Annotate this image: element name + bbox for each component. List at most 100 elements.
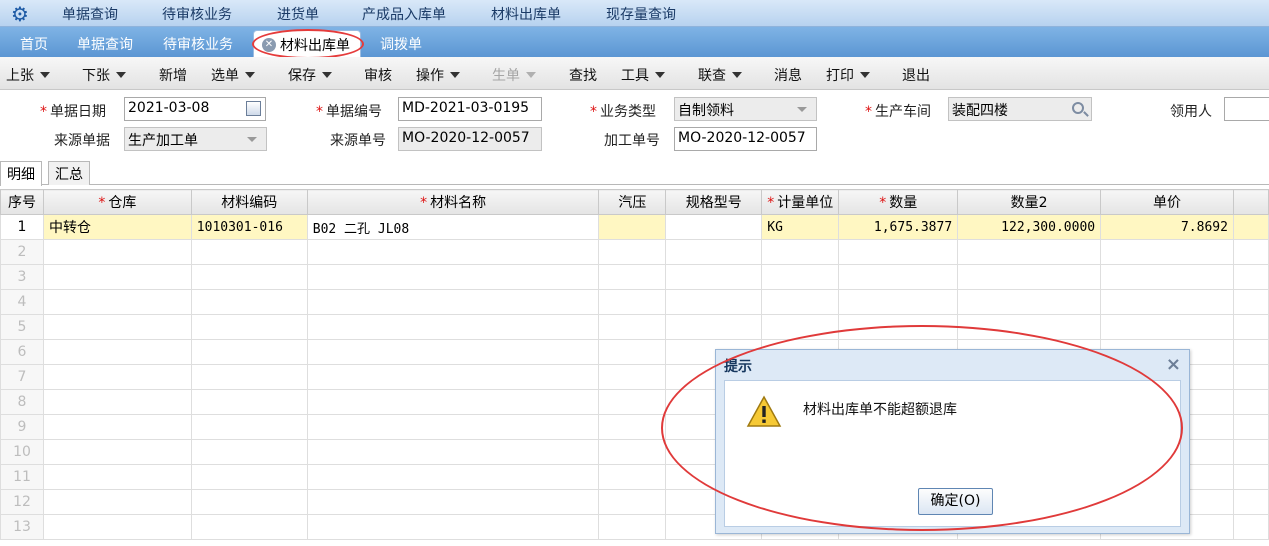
grid-cell[interactable] xyxy=(598,239,667,265)
grid-cell[interactable] xyxy=(42,414,192,440)
prev-button[interactable]: 上张 xyxy=(6,65,50,85)
grid-cell[interactable] xyxy=(761,289,840,315)
grid-cell[interactable] xyxy=(42,439,192,465)
cell-qty[interactable]: 1,675.3877 xyxy=(838,214,959,240)
col-header-unit[interactable]: * 计量单位 xyxy=(761,189,840,215)
nav-purchase[interactable]: 进货单 xyxy=(277,4,319,24)
grid-cell[interactable] xyxy=(838,264,959,290)
cell-name[interactable]: B02 二孔 JL08 xyxy=(306,214,600,240)
new-button[interactable]: 新增 xyxy=(159,65,187,85)
grid-cell[interactable] xyxy=(42,389,192,415)
next-button[interactable]: 下张 xyxy=(82,65,126,85)
nav-doc-query[interactable]: 单据查询 xyxy=(62,4,118,24)
biz-type-select[interactable]: 自制领料 xyxy=(674,97,817,121)
table-row[interactable]: 2 xyxy=(0,239,1269,265)
cell-warehouse[interactable]: 中转仓 xyxy=(42,214,192,240)
search-icon[interactable] xyxy=(1072,102,1084,114)
find-button[interactable]: 查找 xyxy=(569,65,597,85)
cell-pressure[interactable] xyxy=(598,214,667,240)
col-header-price[interactable]: 单价 xyxy=(1100,189,1234,215)
ok-button[interactable]: 确定(O) xyxy=(918,488,993,515)
grid-cell[interactable] xyxy=(598,414,667,440)
grid-cell[interactable] xyxy=(306,389,600,415)
grid-cell[interactable] xyxy=(190,389,308,415)
generate-doc-button[interactable]: 生单 xyxy=(492,65,536,85)
grid-cell[interactable] xyxy=(761,239,840,265)
grid-cell[interactable] xyxy=(42,239,192,265)
grid-cell[interactable] xyxy=(598,364,667,390)
grid-cell[interactable] xyxy=(42,514,192,540)
grid-cell[interactable] xyxy=(306,314,600,340)
grid-cell[interactable] xyxy=(957,314,1102,340)
col-header-name[interactable]: * 材料名称 xyxy=(306,189,600,215)
link-query-button[interactable]: 联查 xyxy=(698,65,742,85)
grid-cell[interactable] xyxy=(598,314,667,340)
grid-cell[interactable] xyxy=(306,489,600,515)
grid-cell[interactable] xyxy=(42,339,192,365)
col-header-no[interactable]: 序号 xyxy=(0,189,44,215)
grid-cell[interactable] xyxy=(1100,289,1234,315)
grid-cell[interactable] xyxy=(42,289,192,315)
grid-cell[interactable] xyxy=(306,439,600,465)
grid-cell[interactable] xyxy=(598,489,667,515)
workshop-field[interactable]: 装配四楼 xyxy=(948,97,1092,121)
table-row[interactable]: 1 中转仓 1010301-016 B02 二孔 JL08 KG 1,675.3… xyxy=(0,214,1269,240)
cell-unit[interactable]: KG xyxy=(761,214,840,240)
tab-home[interactable]: 首页 xyxy=(20,34,48,54)
select-doc-button[interactable]: 选单 xyxy=(211,65,255,85)
grid-cell[interactable] xyxy=(598,339,667,365)
grid-cell[interactable] xyxy=(306,414,600,440)
grid-cell[interactable] xyxy=(598,264,667,290)
calendar-icon[interactable] xyxy=(246,101,261,116)
nav-finished-goods-in[interactable]: 产成品入库单 xyxy=(362,4,446,24)
grid-cell[interactable] xyxy=(598,389,667,415)
grid-cell[interactable] xyxy=(761,264,840,290)
source-doc-select[interactable]: 生产加工单 xyxy=(124,127,267,151)
gear-icon[interactable]: ⚙ xyxy=(9,3,31,25)
grid-cell[interactable] xyxy=(598,289,667,315)
grid-cell[interactable] xyxy=(42,489,192,515)
grid-cell[interactable] xyxy=(838,289,959,315)
table-row[interactable]: 4 xyxy=(0,289,1269,315)
col-header-warehouse[interactable]: * 仓库 xyxy=(42,189,192,215)
grid-cell[interactable] xyxy=(190,314,308,340)
table-row[interactable]: 5 xyxy=(0,314,1269,340)
nav-stock-query[interactable]: 现存量查询 xyxy=(606,4,676,24)
grid-cell[interactable] xyxy=(838,239,959,265)
tab-summary[interactable]: 汇总 xyxy=(48,161,90,185)
grid-cell[interactable] xyxy=(190,289,308,315)
process-no-field[interactable]: MO-2020-12-0057 xyxy=(674,127,817,151)
grid-cell[interactable] xyxy=(42,264,192,290)
grid-cell[interactable] xyxy=(306,364,600,390)
print-button[interactable]: 打印 xyxy=(826,65,870,85)
tab-material-out[interactable]: ✕ 材料出库单 xyxy=(253,30,361,57)
col-header-code[interactable]: 材料编码 xyxy=(190,189,308,215)
grid-cell[interactable] xyxy=(306,289,600,315)
grid-cell[interactable] xyxy=(190,239,308,265)
doc-date-field[interactable]: 2021-03-08 xyxy=(124,97,266,121)
grid-cell[interactable] xyxy=(190,514,308,540)
cell-code[interactable]: 1010301-016 xyxy=(190,214,308,240)
grid-cell[interactable] xyxy=(190,464,308,490)
cell-spec[interactable] xyxy=(665,214,763,240)
nav-material-out[interactable]: 材料出库单 xyxy=(491,4,561,24)
grid-cell[interactable] xyxy=(957,264,1102,290)
save-button[interactable]: 保存 xyxy=(288,65,332,85)
grid-cell[interactable] xyxy=(957,239,1102,265)
grid-cell[interactable] xyxy=(598,439,667,465)
cell-qty2[interactable]: 122,300.0000 xyxy=(957,214,1102,240)
message-button[interactable]: 消息 xyxy=(774,65,802,85)
grid-cell[interactable] xyxy=(306,239,600,265)
grid-cell[interactable] xyxy=(1100,314,1234,340)
grid-cell[interactable] xyxy=(42,314,192,340)
grid-cell[interactable] xyxy=(306,339,600,365)
nav-pending-review[interactable]: 待审核业务 xyxy=(162,4,232,24)
grid-cell[interactable] xyxy=(42,364,192,390)
grid-cell[interactable] xyxy=(42,464,192,490)
table-row[interactable]: 3 xyxy=(0,264,1269,290)
exit-button[interactable]: 退出 xyxy=(902,65,930,85)
grid-cell[interactable] xyxy=(598,464,667,490)
grid-cell[interactable] xyxy=(838,314,959,340)
grid-cell[interactable] xyxy=(190,364,308,390)
grid-cell[interactable] xyxy=(306,264,600,290)
